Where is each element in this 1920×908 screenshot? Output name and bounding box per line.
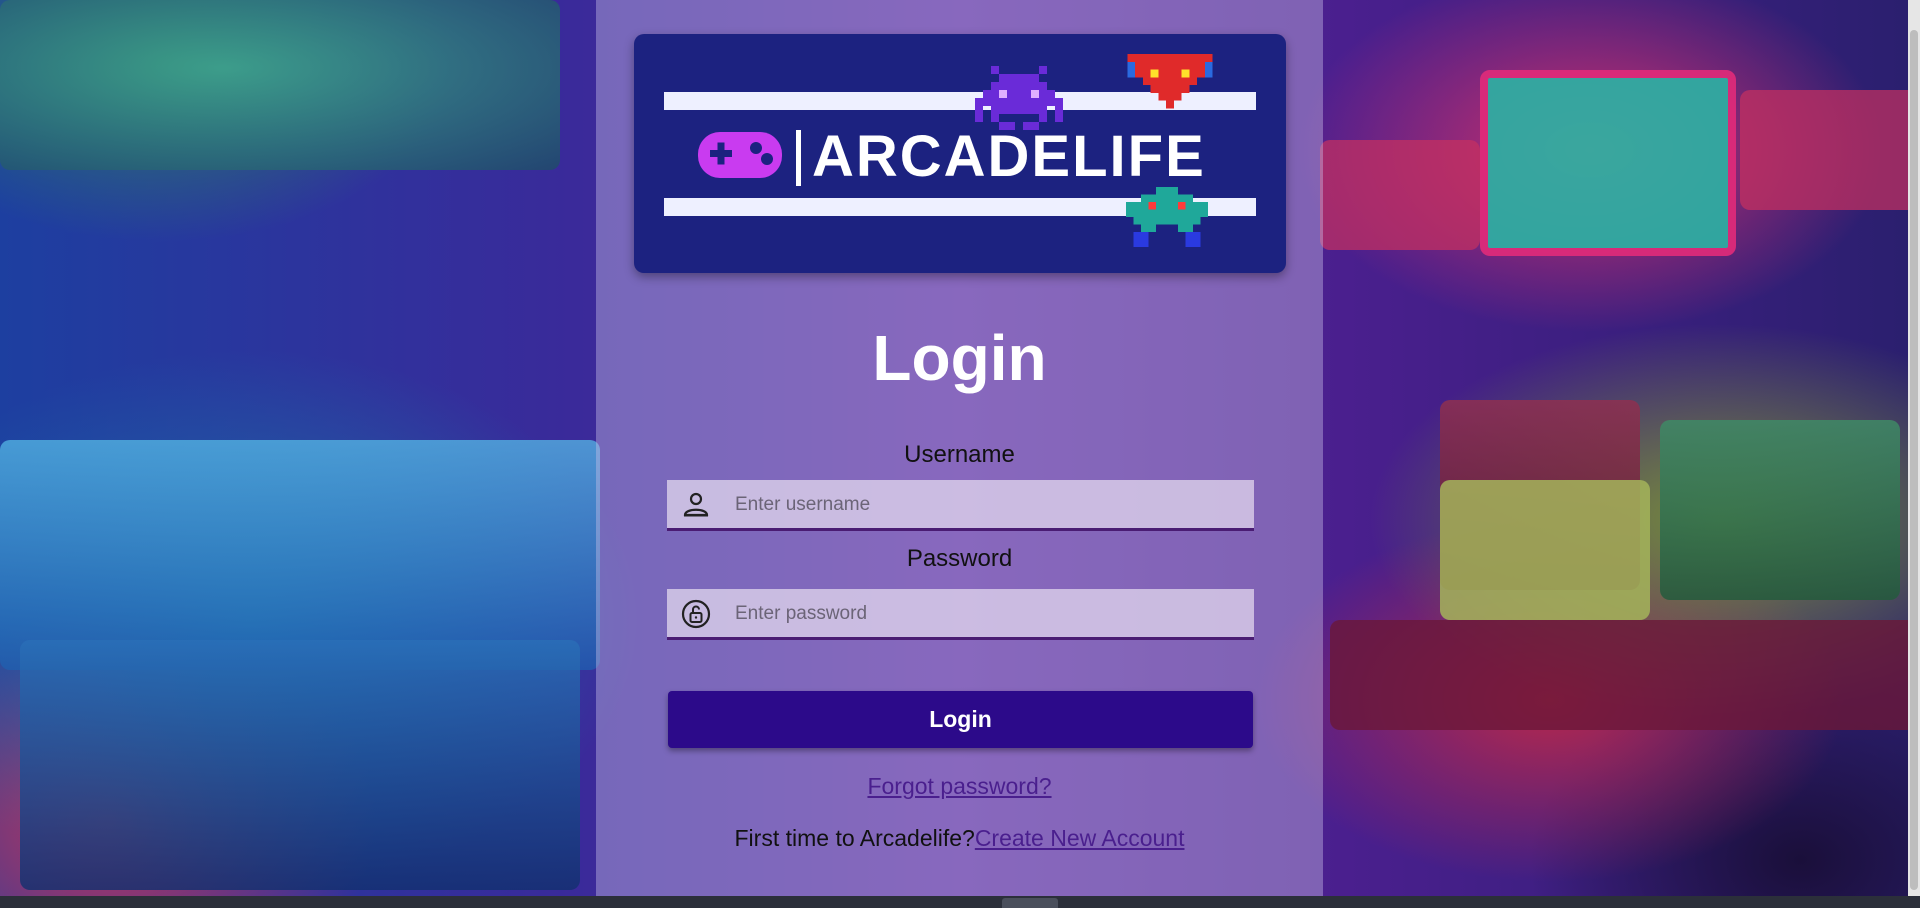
- bottom-handle[interactable]: [1002, 898, 1058, 908]
- password-label: Password: [906, 545, 1013, 572]
- scrollbar-thumb[interactable]: [1910, 30, 1918, 890]
- signup-prompt: First time to Arcadelife?Create New Acco…: [596, 823, 1323, 853]
- bottom-bar: [0, 896, 1920, 908]
- password-field[interactable]: [667, 589, 1254, 640]
- vertical-scrollbar[interactable]: [1908, 0, 1920, 896]
- forgot-password-link[interactable]: Forgot password?: [596, 771, 1323, 801]
- username-field[interactable]: [667, 480, 1254, 531]
- person-badge-icon: [683, 492, 709, 517]
- unlock-icon: [681, 599, 711, 629]
- password-input[interactable]: [733, 589, 1247, 639]
- logo-divider: [796, 130, 801, 186]
- signup-prompt-text: First time to Arcadelife?: [734, 825, 975, 851]
- login-button[interactable]: Login: [668, 691, 1253, 748]
- brand-logo: ARCADELIFE: [634, 34, 1286, 273]
- space-invader-icon: [1127, 54, 1213, 109]
- username-input[interactable]: [733, 480, 1247, 530]
- create-account-link[interactable]: Create New Account: [975, 825, 1185, 851]
- gamepad-icon: [698, 132, 782, 178]
- username-label: Username: [904, 441, 1015, 468]
- space-invader-icon: [975, 66, 1063, 130]
- page-title: Login: [872, 322, 1047, 394]
- space-invader-icon: [1126, 187, 1208, 247]
